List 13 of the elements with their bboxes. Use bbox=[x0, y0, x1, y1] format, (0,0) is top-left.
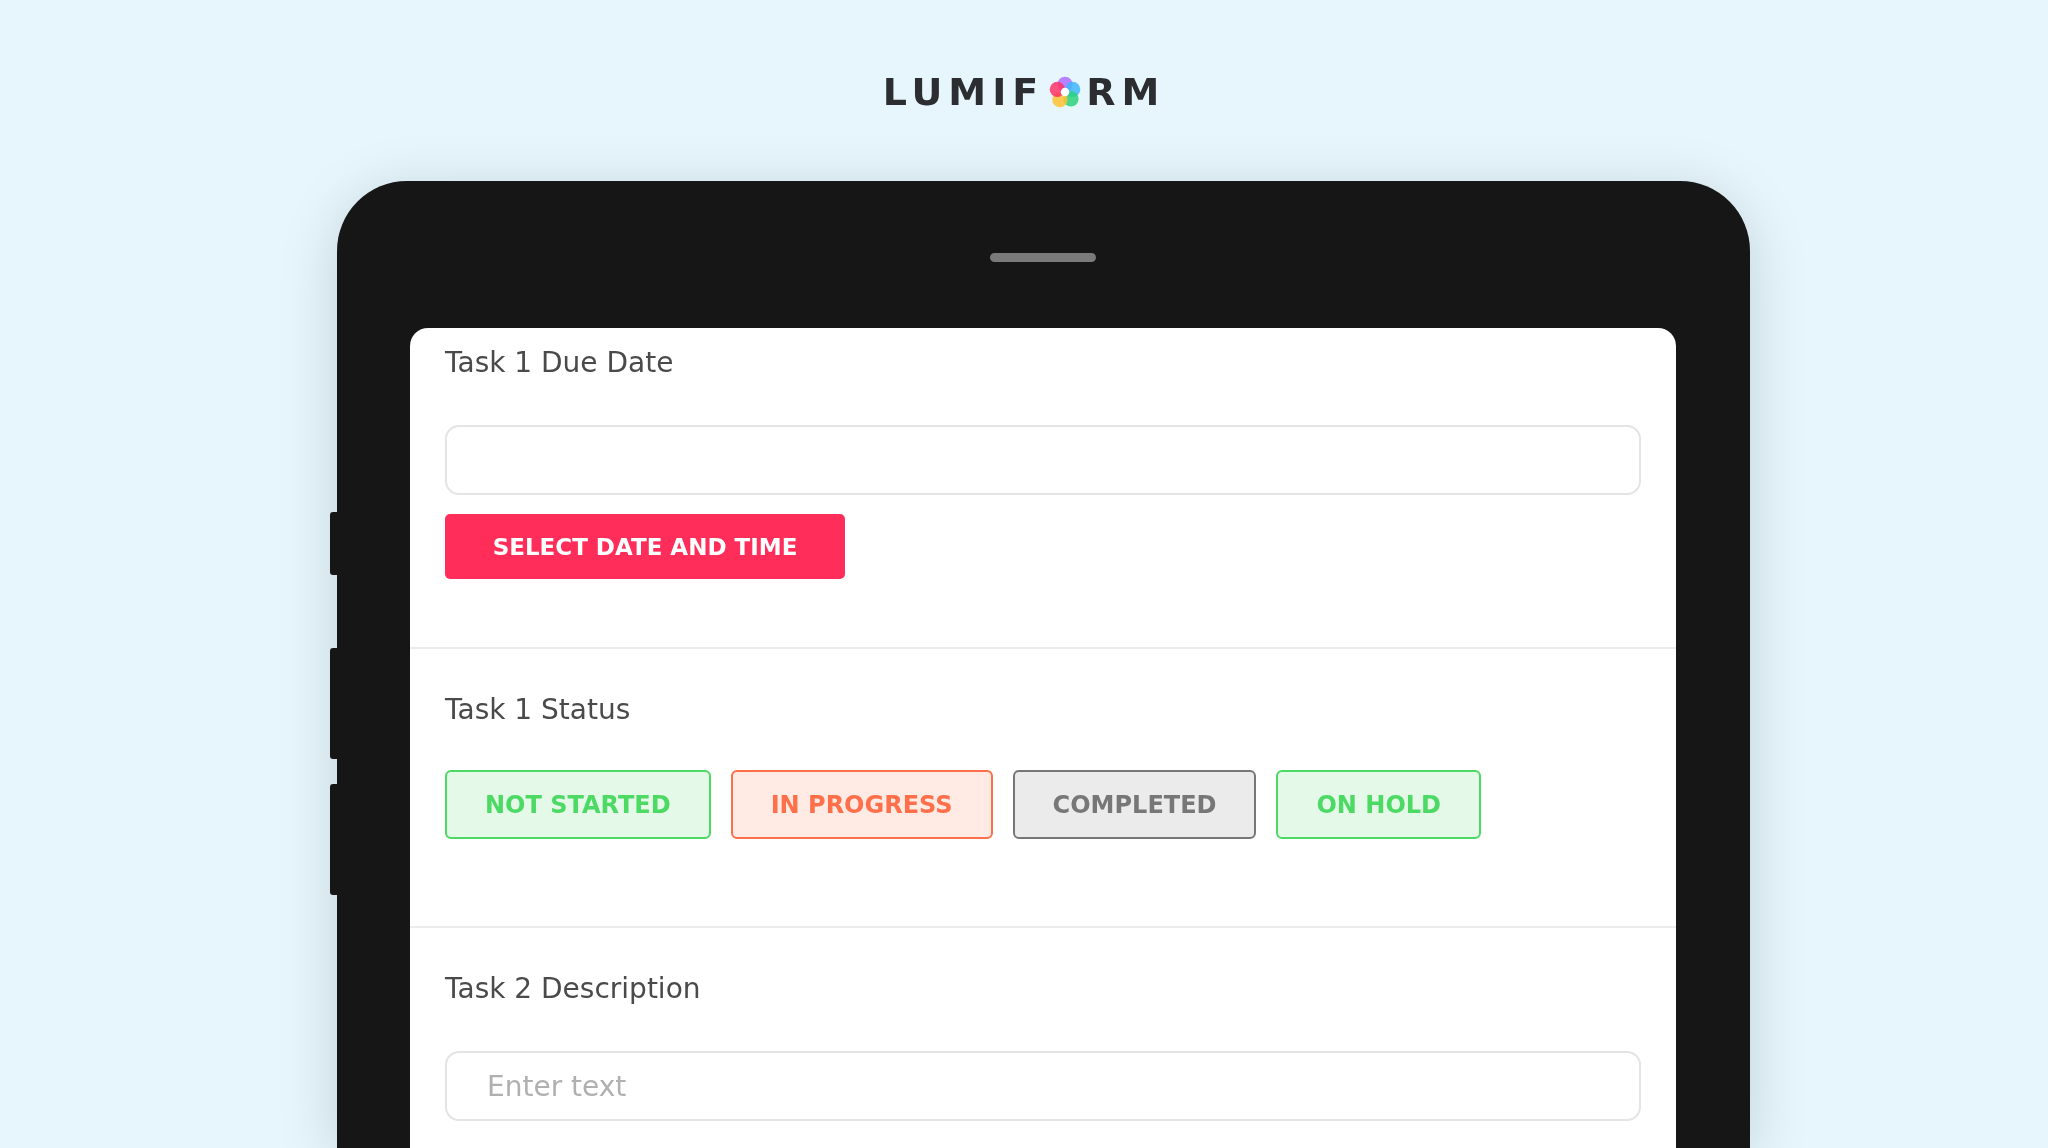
select-date-button[interactable]: SELECT DATE AND TIME bbox=[445, 514, 845, 579]
status-option[interactable]: IN PROGRESS bbox=[730, 770, 993, 839]
field-label: Task 2 Description bbox=[445, 972, 701, 1005]
status-option[interactable]: COMPLETED bbox=[1012, 770, 1257, 839]
date-field[interactable] bbox=[445, 425, 1641, 495]
field-label: Task 1 Status bbox=[445, 693, 631, 726]
status-option[interactable]: NOT STARTED bbox=[445, 770, 711, 839]
status-option[interactable]: ON HOLD bbox=[1276, 770, 1481, 839]
flower-logo-icon bbox=[1048, 75, 1083, 109]
text-field[interactable]: Enter text bbox=[445, 1051, 1641, 1121]
logo-text: RM bbox=[1086, 70, 1166, 114]
logo-text: LUMIF bbox=[882, 70, 1045, 114]
field-label: Task 1 Due Date bbox=[445, 346, 674, 379]
